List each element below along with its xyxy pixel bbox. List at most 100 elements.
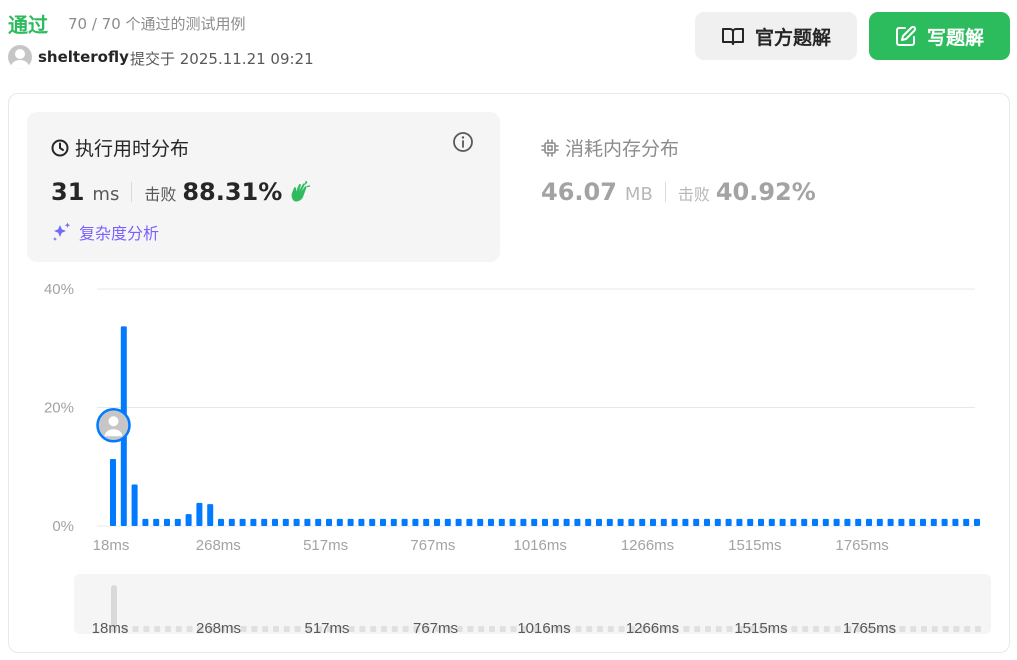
chart-bar[interactable] — [444, 518, 451, 526]
chart-bar[interactable] — [164, 518, 170, 526]
chart-bar[interactable] — [509, 518, 516, 526]
mini-chart-bar — [359, 626, 366, 632]
chart-bar[interactable] — [941, 518, 948, 526]
chart-bar[interactable] — [239, 518, 246, 526]
chart-bar[interactable] — [326, 518, 332, 526]
chart-bar[interactable] — [282, 518, 289, 526]
chart-bar[interactable] — [207, 504, 214, 526]
chart-bar[interactable] — [671, 518, 678, 526]
chart-bar[interactable] — [228, 518, 235, 526]
chart-bar[interactable] — [790, 518, 797, 526]
chart-bar[interactable] — [822, 518, 829, 526]
chart-bar[interactable] — [628, 518, 635, 526]
chart-bar[interactable] — [887, 518, 894, 526]
chart-bar[interactable] — [358, 518, 365, 526]
chart-bar[interactable] — [142, 518, 149, 526]
chart-bar[interactable] — [833, 518, 840, 526]
chart-bar[interactable] — [574, 518, 581, 526]
x-tick-label: 1515ms — [728, 537, 781, 554]
chart-bar[interactable] — [488, 518, 494, 526]
chart-bar[interactable] — [315, 518, 322, 526]
chart-bar[interactable] — [412, 518, 419, 526]
chart-bar[interactable] — [185, 514, 192, 526]
x-tick-label: 1016ms — [514, 537, 567, 554]
mini-chart-bar — [705, 626, 711, 632]
chart-bar[interactable] — [585, 518, 592, 526]
chart-bar[interactable] — [563, 518, 570, 526]
chart-bar[interactable] — [110, 459, 116, 526]
mini-chart-bar — [586, 626, 593, 632]
chart-bar[interactable] — [617, 518, 624, 526]
chart-bar[interactable] — [250, 518, 257, 526]
chart-bar[interactable] — [693, 518, 700, 526]
chart-bar[interactable] — [261, 518, 268, 526]
chart-bar[interactable] — [380, 518, 386, 526]
chart-bar[interactable] — [660, 518, 667, 526]
mini-chart-bar — [975, 626, 981, 632]
chart-bar[interactable] — [218, 518, 224, 526]
chart-bar[interactable] — [639, 518, 646, 526]
chart-bar[interactable] — [920, 518, 926, 526]
chart-bar[interactable] — [434, 518, 440, 526]
chart-bar[interactable] — [736, 518, 743, 526]
mini-x-tick-label: 18ms — [92, 620, 129, 637]
chart-bar[interactable] — [455, 518, 462, 526]
mini-chart-bar — [942, 626, 949, 632]
chart-bar[interactable] — [704, 518, 710, 526]
chart-bar[interactable] — [758, 518, 764, 526]
chart-bar[interactable] — [196, 502, 203, 526]
chart-bar[interactable] — [876, 518, 883, 526]
runtime-distribution-chart[interactable]: 40% 20% 0% 18ms 268ms 517ms 767ms 1016ms 1266ms 1… — [0, 0, 1017, 660]
chart-bar[interactable] — [844, 518, 851, 526]
chart-bar[interactable] — [293, 518, 300, 526]
chart-bar[interactable] — [866, 518, 872, 526]
chart-bar[interactable] — [855, 518, 862, 526]
chart-bar[interactable] — [466, 518, 473, 526]
mini-chart-bar — [683, 626, 690, 632]
chart-bar[interactable] — [531, 518, 538, 526]
chart-bar[interactable] — [520, 518, 527, 526]
chart-bar[interactable] — [909, 518, 916, 526]
chart-bar[interactable] — [714, 518, 721, 526]
chart-bar[interactable] — [153, 518, 160, 526]
chart-bar[interactable] — [779, 518, 786, 526]
mini-chart-bar — [489, 626, 495, 632]
chart-bar[interactable] — [542, 518, 548, 526]
chart-bar[interactable] — [747, 518, 754, 526]
chart-bar[interactable] — [725, 518, 732, 526]
chart-bar[interactable] — [898, 518, 905, 526]
chart-bar[interactable] — [401, 518, 408, 526]
chart-bar[interactable] — [812, 518, 818, 526]
chart-bar[interactable] — [423, 518, 430, 526]
mini-chart-bar — [791, 626, 798, 632]
chart-bar[interactable] — [336, 518, 343, 526]
chart-bar[interactable] — [650, 518, 656, 526]
chart-bar[interactable] — [174, 518, 181, 526]
chart-bar[interactable] — [552, 518, 559, 526]
chart-bar[interactable] — [963, 518, 970, 526]
chart-bar[interactable] — [974, 518, 980, 526]
chart-bar[interactable] — [596, 518, 602, 526]
chart-bar[interactable] — [304, 518, 311, 526]
x-tick-label: 1765ms — [835, 537, 888, 554]
chart-bar[interactable] — [131, 484, 138, 526]
chart-bar[interactable] — [606, 518, 613, 526]
mini-chart-bar — [802, 626, 809, 632]
mini-chart-bar — [618, 626, 625, 632]
mini-chart-bar — [143, 626, 150, 632]
chart-bar[interactable] — [498, 518, 505, 526]
chart-bar[interactable] — [682, 518, 689, 526]
chart-bar[interactable] — [369, 518, 376, 526]
mini-chart-bar — [715, 626, 722, 632]
chart-bar[interactable] — [952, 518, 959, 526]
chart-bar[interactable] — [768, 518, 775, 526]
x-tick-label: 18ms — [93, 537, 130, 554]
chart-bar[interactable] — [272, 518, 278, 526]
chart-bar[interactable] — [930, 518, 937, 526]
mini-x-tick-label: 517ms — [304, 620, 349, 637]
chart-bar[interactable] — [390, 518, 397, 526]
chart-bar[interactable] — [477, 518, 484, 526]
mini-chart-bar — [910, 626, 917, 632]
chart-bar[interactable] — [801, 518, 808, 526]
chart-bar[interactable] — [347, 518, 354, 526]
